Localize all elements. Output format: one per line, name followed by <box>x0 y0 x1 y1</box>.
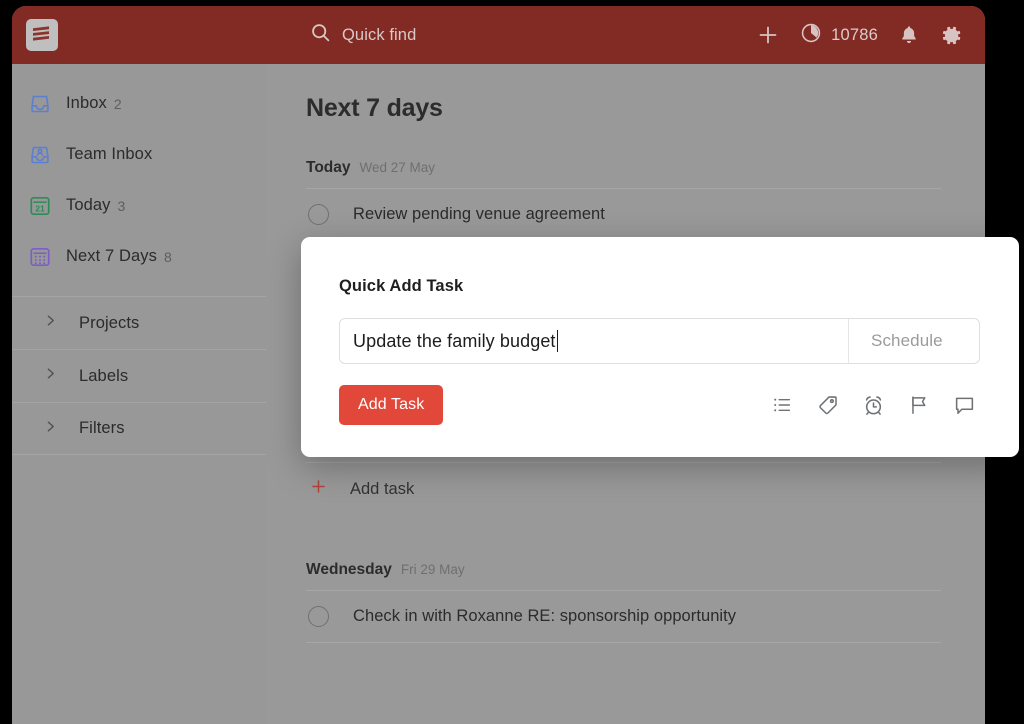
sidebar-item-inbox[interactable]: Inbox 2 <box>12 78 266 129</box>
todoist-logo[interactable] <box>26 19 58 51</box>
sidebar: Inbox 2 Team Inbox <box>12 64 266 724</box>
reminder-alarm-icon[interactable] <box>862 394 885 417</box>
day-name: Today <box>306 159 351 177</box>
plus-icon <box>309 477 328 501</box>
add-task-button[interactable]: Add Task <box>339 385 443 425</box>
settings-gear-button[interactable] <box>940 24 963 47</box>
dialog-title: Quick Add Task <box>339 277 980 296</box>
add-task-header-button[interactable] <box>756 23 780 47</box>
notifications-bell-button[interactable] <box>898 24 920 46</box>
page-title: Next 7 days <box>306 94 941 123</box>
sidebar-groups: Projects Labels <box>12 296 266 455</box>
task-checkbox[interactable] <box>308 606 329 627</box>
sidebar-item-count: 8 <box>164 249 172 265</box>
chevron-right-icon <box>44 420 57 438</box>
task-title: Review pending venue agreement <box>353 205 605 224</box>
priority-flag-icon[interactable] <box>908 394 930 416</box>
header-actions: 10786 <box>756 22 963 49</box>
team-inbox-icon <box>28 143 52 167</box>
quick-add-task-dialog: Quick Add Task Update the family budget … <box>301 237 1019 457</box>
day-date: Fri 29 May <box>401 562 465 577</box>
sidebar-group-label: Labels <box>79 367 128 386</box>
task-input-group: Update the family budget Schedule <box>339 318 980 364</box>
day-header: Wednesday Fri 29 May <box>306 561 941 591</box>
day-section-wednesday: Wednesday Fri 29 May Check in with Roxan… <box>306 561 941 643</box>
schedule-button[interactable]: Schedule <box>848 319 979 363</box>
sidebar-item-count: 3 <box>118 198 126 214</box>
label-tag-icon[interactable] <box>816 394 839 417</box>
sidebar-item-label: Today <box>66 196 111 215</box>
add-task-label: Add task <box>350 480 414 499</box>
karma-counter[interactable]: 10786 <box>800 22 878 49</box>
search-icon <box>310 22 331 48</box>
day-name: Wednesday <box>306 561 392 579</box>
task-input-value: Update the family budget <box>353 331 556 352</box>
calendar-week-icon <box>28 245 52 269</box>
day-section-today: Today Wed 27 May Review pending venue ag… <box>306 159 941 241</box>
sidebar-item-today[interactable]: 21 Today 3 <box>12 180 266 231</box>
chevron-right-icon <box>44 314 57 332</box>
task-row[interactable]: Check in with Roxanne RE: sponsorship op… <box>306 591 941 643</box>
chevron-right-icon <box>44 367 57 385</box>
sidebar-item-label: Next 7 Days <box>66 247 157 266</box>
comment-icon[interactable] <box>953 394 976 417</box>
sidebar-item-team-inbox[interactable]: Team Inbox <box>12 129 266 180</box>
task-title: Check in with Roxanne RE: sponsorship op… <box>353 607 736 626</box>
sidebar-group-labels[interactable]: Labels <box>12 349 266 402</box>
quick-find-search[interactable]: Quick find <box>310 22 416 48</box>
day-header: Today Wed 27 May <box>306 159 941 189</box>
sidebar-item-next-7-days[interactable]: Next 7 Days 8 <box>12 231 266 282</box>
svg-text:21: 21 <box>35 203 45 213</box>
sidebar-group-filters[interactable]: Filters <box>12 402 266 455</box>
schedule-label: Schedule <box>871 331 943 351</box>
calendar-today-icon: 21 <box>28 194 52 218</box>
task-checkbox[interactable] <box>308 204 329 225</box>
screen-root: Quick find 10786 <box>0 0 1024 724</box>
quick-find-placeholder: Quick find <box>342 26 416 45</box>
sidebar-group-projects[interactable]: Projects <box>12 296 266 349</box>
day-date: Wed 27 May <box>360 160 436 175</box>
sidebar-item-label: Inbox <box>66 94 107 113</box>
task-name-input[interactable]: Update the family budget <box>340 319 848 363</box>
project-list-icon[interactable] <box>771 394 793 416</box>
sidebar-item-label: Team Inbox <box>66 145 152 164</box>
karma-pie-icon <box>800 22 822 49</box>
add-task-inline-button[interactable]: Add task <box>306 463 941 515</box>
inbox-icon <box>28 92 52 116</box>
app-header: Quick find 10786 <box>12 6 985 64</box>
text-caret <box>557 330 559 352</box>
dialog-actions: Add Task <box>339 385 980 425</box>
sidebar-group-label: Projects <box>79 314 139 333</box>
karma-count-label: 10786 <box>831 26 878 45</box>
sidebar-group-label: Filters <box>79 419 125 438</box>
sidebar-item-count: 2 <box>114 96 122 112</box>
task-row[interactable]: Review pending venue agreement <box>306 189 941 241</box>
task-attribute-toolbar <box>771 394 980 417</box>
